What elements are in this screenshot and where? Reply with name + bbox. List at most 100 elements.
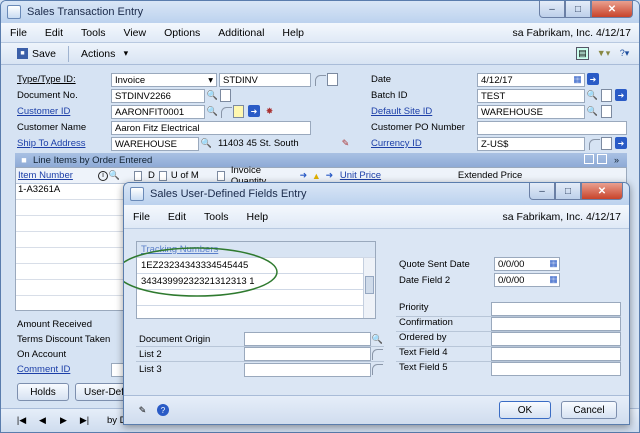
type-id-field[interactable]: STDINV (219, 73, 311, 87)
lookup-icon[interactable] (315, 75, 326, 86)
menu-help[interactable]: Help (273, 27, 313, 39)
note-icon[interactable] (233, 105, 244, 118)
dialog-menu-edit[interactable]: Edit (159, 211, 195, 223)
calendar-icon[interactable]: ▦ (571, 73, 584, 86)
save-button[interactable]: ■ Save (9, 48, 64, 60)
ok-button[interactable]: OK (499, 401, 551, 419)
customer-po-field[interactable] (477, 121, 627, 135)
window-icon[interactable]: ▤ (576, 47, 589, 60)
edit-address-icon[interactable]: ✎ (339, 137, 352, 150)
settings-icon[interactable]: ✸ (263, 105, 276, 118)
search-icon[interactable]: 🔍 (206, 105, 219, 118)
menu-file[interactable]: File (1, 27, 36, 39)
note-icon[interactable] (327, 73, 338, 86)
menu-view[interactable]: View (115, 27, 156, 39)
site-note-icon[interactable] (601, 105, 612, 118)
main-titlebar[interactable]: Sales Transaction Entry – □ ✕ (1, 1, 639, 23)
batch-note-icon[interactable] (601, 89, 612, 102)
text-field-5[interactable] (491, 362, 621, 376)
search-icon[interactable]: 🔍 (371, 333, 384, 346)
previous-record-icon[interactable]: ◀ (36, 414, 49, 427)
note-icon[interactable] (134, 170, 142, 181)
lookup-icon[interactable] (372, 348, 383, 360)
help-icon[interactable]: ?▾ (618, 47, 631, 60)
customer-id-label[interactable]: Customer ID (17, 106, 70, 117)
calendar-icon[interactable]: ▦ (547, 257, 560, 270)
maximize-button[interactable]: □ (565, 1, 591, 18)
lookup-icon[interactable] (121, 169, 134, 182)
menu-additional[interactable]: Additional (209, 27, 273, 39)
confirmation-field[interactable] (491, 317, 621, 331)
batch-id-field[interactable]: TEST (477, 89, 585, 103)
list-3-field[interactable] (244, 362, 371, 377)
search-icon[interactable]: 🔍 (206, 89, 219, 102)
close-button[interactable]: ✕ (591, 1, 633, 18)
customer-id-field[interactable]: AARONFIT0001 (111, 105, 205, 119)
currency-expand-icon[interactable]: ➜ (615, 137, 627, 149)
search-icon[interactable]: 🔍 (586, 105, 599, 118)
default-site-label[interactable]: Default Site ID (371, 106, 432, 117)
ship-to-label[interactable]: Ship To Address (17, 138, 85, 149)
dialog-minimize-button[interactable]: – (529, 183, 555, 200)
last-record-icon[interactable]: ▶| (78, 414, 91, 427)
grid-expand-icon[interactable] (584, 153, 594, 164)
document-no-field[interactable]: STDINV2266 (111, 89, 205, 103)
date-field[interactable]: 4/12/17 (477, 73, 585, 87)
dialog-menu-help[interactable]: Help (238, 211, 278, 223)
lookup-icon[interactable] (221, 107, 232, 118)
menu-options[interactable]: Options (155, 27, 209, 39)
calendar-icon[interactable]: ▦ (547, 273, 560, 286)
document-origin-field[interactable] (244, 332, 371, 346)
search-icon[interactable]: 🔍 (586, 89, 599, 102)
first-record-icon[interactable]: |◀ (15, 414, 28, 427)
scroll-thumb[interactable] (365, 276, 374, 294)
info-icon[interactable]: i (98, 170, 108, 181)
minimize-button[interactable]: – (539, 1, 565, 18)
doc-note-icon[interactable] (220, 89, 231, 102)
warning-icon[interactable]: ▲ (310, 169, 323, 182)
tracking-scrollbar[interactable] (363, 258, 375, 318)
dialog-menu-tools[interactable]: Tools (195, 211, 238, 223)
dialog-maximize-button[interactable]: □ (555, 183, 581, 200)
priority-field[interactable] (491, 302, 621, 316)
cancel-button[interactable]: Cancel (561, 401, 617, 419)
expand-arrow-icon[interactable]: ➜ (248, 105, 260, 117)
note-icon[interactable]: ✎ (136, 404, 149, 417)
currency-id-label[interactable]: Currency ID (371, 138, 422, 149)
comment-id-label[interactable]: Comment ID (17, 364, 70, 375)
ordered-by-field[interactable] (491, 332, 621, 346)
note-icon[interactable] (216, 170, 225, 181)
ship-to-field[interactable]: WAREHOUSE (111, 137, 199, 151)
next-record-icon[interactable]: ▶ (57, 414, 70, 427)
search-icon[interactable]: 🔍 (200, 137, 213, 150)
goto-icon[interactable]: ▼▾ (597, 47, 610, 60)
dialog-close-button[interactable]: ✕ (581, 183, 623, 200)
lookup-icon[interactable] (372, 364, 383, 375)
menu-edit[interactable]: Edit (36, 27, 72, 39)
dialog-titlebar[interactable]: Sales User-Defined Fields Entry – □ ✕ (124, 183, 629, 205)
holds-button[interactable]: Holds (17, 383, 69, 401)
lookup-icon[interactable] (589, 139, 600, 150)
note-icon[interactable] (158, 170, 167, 181)
help-icon[interactable]: ? (157, 404, 169, 416)
col-item-number[interactable]: Item Number (16, 170, 98, 181)
search-icon[interactable]: 🔍 (108, 169, 121, 182)
date-expand-icon[interactable]: ➜ (587, 73, 599, 85)
col-unit-price[interactable]: Unit Price (340, 170, 458, 181)
currency-id-field[interactable]: Z-US$ (477, 137, 585, 151)
grid-collapse-icon[interactable] (597, 153, 607, 164)
customer-name-field[interactable]: Aaron Fitz Electrical (111, 121, 311, 135)
arrow-right-icon[interactable]: ➜ (297, 169, 310, 182)
menu-tools[interactable]: Tools (72, 27, 115, 39)
expand-icon[interactable]: ■ (19, 154, 29, 167)
item-number-cell[interactable]: 1-A3261A (18, 184, 60, 195)
list-2-field[interactable] (244, 347, 371, 361)
currency-note-icon[interactable] (601, 137, 612, 150)
text-field-4[interactable] (491, 347, 621, 361)
chevron-double-down-icon[interactable]: » (610, 154, 623, 167)
dialog-menu-file[interactable]: File (124, 211, 159, 223)
actions-button[interactable]: Actions ▾ (73, 47, 140, 60)
type-select[interactable]: Invoice ▾ (111, 73, 217, 87)
default-site-field[interactable]: WAREHOUSE (477, 105, 585, 119)
arrow-right-icon[interactable]: ➜ (323, 169, 336, 182)
